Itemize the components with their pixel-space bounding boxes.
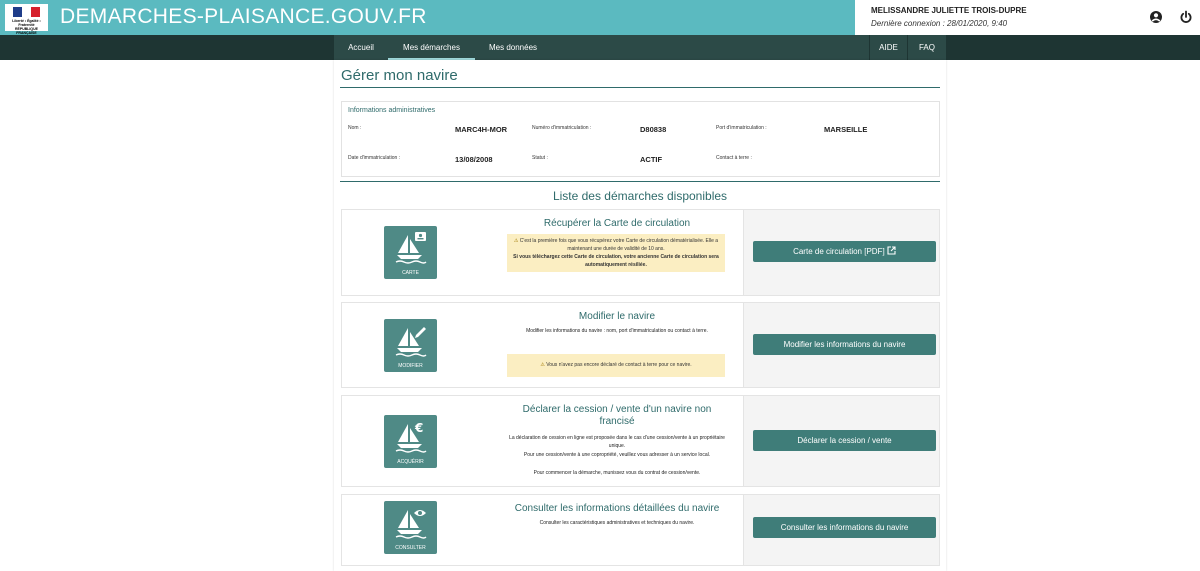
card-title-consulter: Consulter les informations détaillées du…	[514, 503, 720, 514]
tile-modifier: MODIFIER	[384, 319, 437, 372]
card-text-modifier: Modifier les informations du navire : no…	[526, 328, 708, 334]
logo-text: Liberté • Égalité • Fraternité RÉPUBLIQU…	[12, 19, 41, 35]
tile-carte: CARTE	[384, 226, 437, 279]
page-title: Gérer mon navire	[341, 67, 458, 84]
card-text-cession-3: Pour commencer la démarche, munissez vou…	[533, 470, 701, 476]
euro-icon: €	[395, 421, 427, 453]
brand-bar: Liberté • Égalité • Fraternité RÉPUBLIQU…	[0, 0, 855, 35]
card-action-area: Consulter les informations du navire	[743, 495, 939, 565]
field-label-statut: Statut :	[532, 155, 548, 161]
tile-label-carte: CARTE	[402, 270, 419, 276]
card-text-cession-2: Pour une cession/vente à une copropriété…	[523, 452, 711, 458]
consulter-navire-button[interactable]: Consulter les informations du navire	[753, 517, 936, 538]
field-label-nom: Nom :	[348, 125, 362, 131]
field-label-port: Port d'immatriculation :	[716, 125, 767, 131]
card-title-carte: Récupérer la Carte de circulation	[543, 218, 691, 229]
user-name: MELISSANDRE JULIETTE TROIS-DUPRE	[871, 6, 1027, 15]
nav-item-mes-donnees[interactable]: Mes données	[481, 35, 545, 60]
tile-label-consulter: CONSULTER	[395, 545, 426, 551]
pencil-icon	[395, 327, 427, 357]
warning-text-modifier: Vous n'avez pas encore déclaré de contac…	[546, 362, 692, 368]
card-action-area: Carte de circulation [PDF]	[743, 210, 939, 295]
card-body: € ACQUÉRIR Déclarer la cession / vente d…	[342, 396, 743, 486]
field-value-statut: ACTIF	[640, 155, 663, 164]
eye-icon	[395, 510, 427, 539]
top-header: Liberté • Égalité • Fraternité RÉPUBLIQU…	[0, 0, 1200, 35]
external-link-icon	[887, 246, 896, 255]
warning-text-carte-2: Si vous téléchargez cette Carte de circu…	[513, 254, 719, 268]
power-icon[interactable]	[1179, 10, 1193, 24]
download-carte-label: Carte de circulation [PDF]	[793, 247, 885, 256]
field-value-port: MARSEILLE	[824, 125, 868, 134]
warning-icon: ⚠	[540, 362, 545, 368]
main-navbar: Accueil Mes démarches Mes données AIDE F…	[0, 35, 1200, 60]
nav-container: Accueil Mes démarches Mes données AIDE F…	[334, 35, 946, 60]
field-label-date: Date d'immatriculation :	[348, 155, 401, 161]
nav-item-aide[interactable]: AIDE	[870, 35, 907, 60]
field-label-numero: Numéro d'immatriculation :	[532, 125, 592, 131]
card-body: CARTE Récupérer la Carte de circulation …	[342, 210, 743, 295]
card-title-cession: Déclarer la cession / vente d'un navire …	[522, 404, 712, 427]
nav-item-accueil[interactable]: Accueil	[340, 35, 382, 60]
tile-label-acquerir: ACQUÉRIR	[397, 459, 424, 465]
nav-item-mes-demarches[interactable]: Mes démarches	[388, 35, 475, 60]
tile-consulter: CONSULTER	[384, 501, 437, 554]
flag-icon	[13, 7, 40, 17]
warning-icon: ⚠	[513, 238, 519, 244]
field-label-contact: Contact à terre :	[716, 155, 752, 161]
user-circle-icon[interactable]	[1149, 10, 1163, 24]
card-text-cession-1: La déclaration de cession en ligne est p…	[509, 435, 725, 449]
card-modifier-navire: MODIFIER Modifier le navire Modifier les…	[341, 302, 940, 388]
card-action-area: Déclarer la cession / vente	[743, 396, 939, 486]
nav-item-faq[interactable]: FAQ	[908, 35, 946, 60]
card-text-consulter: Consulter les caractéristiques administr…	[539, 520, 695, 526]
card-declarer-cession: € ACQUÉRIR Déclarer la cession / vente d…	[341, 395, 940, 487]
admin-info-box: Informations administratives Nom : MARC4…	[341, 101, 940, 177]
admin-info-heading: Informations administratives	[348, 107, 436, 114]
declarer-cession-button[interactable]: Déclarer la cession / vente	[753, 430, 936, 451]
modifier-navire-button[interactable]: Modifier les informations du navire	[753, 334, 936, 355]
card-body: CONSULTER Consulter les informations dét…	[342, 495, 743, 565]
section-divider	[340, 181, 940, 182]
boat-card-icon	[395, 232, 427, 264]
last-connection: Dernière connexion : 28/01/2020, 9:40	[871, 19, 1008, 28]
title-divider	[340, 87, 940, 88]
download-carte-button[interactable]: Carte de circulation [PDF]	[753, 241, 936, 262]
field-value-date: 13/08/2008	[455, 155, 493, 164]
field-value-numero: D80838	[640, 125, 667, 134]
field-value-nom: MARC4H-MOR	[455, 125, 508, 134]
tile-acquerir: € ACQUÉRIR	[384, 415, 437, 468]
tile-label-modifier: MODIFIER	[398, 363, 423, 369]
card-consulter-navire: CONSULTER Consulter les informations dét…	[341, 494, 940, 566]
card-title-modifier: Modifier le navire	[578, 311, 656, 322]
card-action-area: Modifier les informations du navire	[743, 303, 939, 387]
user-box: MELISSANDRE JULIETTE TROIS-DUPRE Dernièr…	[855, 0, 1200, 35]
republique-francaise-logo[interactable]: Liberté • Égalité • Fraternité RÉPUBLIQU…	[5, 4, 48, 35]
list-title: Liste des démarches disponibles	[552, 189, 728, 203]
card-carte-circulation: CARTE Récupérer la Carte de circulation …	[341, 209, 940, 296]
main-panel: Gérer mon navire Informations administra…	[334, 60, 946, 571]
warning-box-modifier: ⚠ Vous n'avez pas encore déclaré de cont…	[507, 354, 725, 377]
card-body: MODIFIER Modifier le navire Modifier les…	[342, 303, 743, 387]
warning-text-carte-1: C'est la première fois que vous récupére…	[519, 238, 719, 252]
warning-box-carte: ⚠ C'est la première fois que vous récupé…	[507, 234, 725, 272]
svg-text:€: €	[414, 421, 423, 435]
site-title[interactable]: DEMARCHES-PLAISANCE.GOUV.FR	[60, 5, 427, 29]
